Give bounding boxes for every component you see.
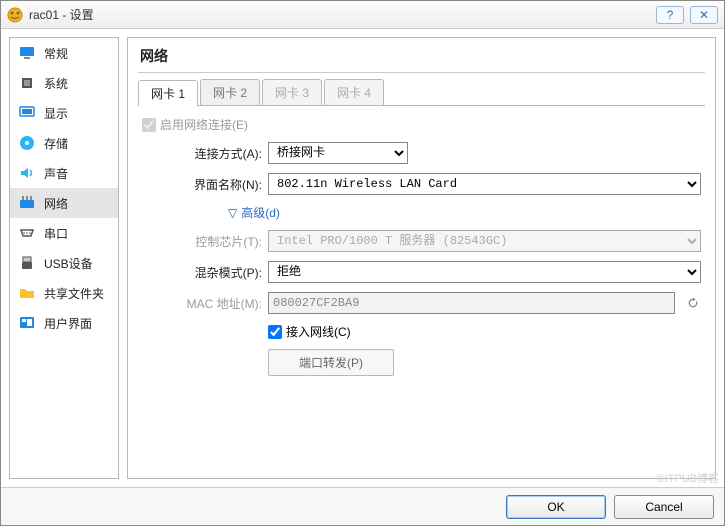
enable-network-checkbox: 启用网络连接(E): [142, 116, 248, 133]
mac-input: [268, 292, 675, 314]
cancel-button[interactable]: Cancel: [614, 495, 714, 519]
tab-adapter-1[interactable]: 网卡 1: [138, 80, 198, 106]
chipset-select: Intel PRO/1000 T 服务器 (82543GC): [268, 230, 701, 252]
disk-icon: [18, 134, 36, 152]
chip-icon: [18, 74, 36, 92]
enable-network-label: 启用网络连接(E): [160, 116, 248, 133]
footer: OK Cancel: [1, 487, 724, 525]
sidebar-item-label: 显示: [44, 105, 68, 122]
sidebar-item-label: 常规: [44, 45, 68, 62]
sidebar-item-usb[interactable]: USB设备: [10, 248, 118, 278]
sidebar-item-label: 存储: [44, 135, 68, 152]
close-button[interactable]: ✕: [690, 6, 718, 24]
sidebar-item-storage[interactable]: 存储: [10, 128, 118, 158]
sidebar-item-ui[interactable]: 用户界面: [10, 308, 118, 338]
app-icon: [7, 7, 23, 23]
tab-adapter-4: 网卡 4: [324, 79, 384, 105]
sidebar-item-label: 共享文件夹: [44, 285, 104, 302]
port-forward-button[interactable]: 端口转发(P): [268, 349, 394, 376]
interface-label: 界面名称(N):: [182, 176, 262, 193]
network-icon: [18, 194, 36, 212]
monitor-icon: [18, 44, 36, 62]
cable-checkbox[interactable]: 接入网线(C): [268, 323, 351, 340]
sidebar-item-label: 声音: [44, 165, 68, 182]
sidebar: 常规 系统 显示 存储 声音 网络 串口 USB设备 共享文件夹 用户界面: [9, 37, 119, 479]
attached-select[interactable]: 桥接网卡: [268, 142, 408, 164]
sidebar-item-label: 系统: [44, 75, 68, 92]
window-title: rac01 - 设置: [29, 6, 650, 23]
sidebar-item-network[interactable]: 网络: [10, 188, 118, 218]
sidebar-item-display[interactable]: 显示: [10, 98, 118, 128]
speaker-icon: [18, 164, 36, 182]
sidebar-item-audio[interactable]: 声音: [10, 158, 118, 188]
ok-button[interactable]: OK: [506, 495, 606, 519]
sidebar-item-label: 网络: [44, 195, 68, 212]
main-panel: 网络 网卡 1 网卡 2 网卡 3 网卡 4 启用网络连接(E) 连接方式(A)…: [127, 37, 716, 479]
sidebar-item-serial[interactable]: 串口: [10, 218, 118, 248]
sidebar-item-system[interactable]: 系统: [10, 68, 118, 98]
display-icon: [18, 104, 36, 122]
promiscuous-label: 混杂模式(P):: [182, 264, 262, 281]
serial-icon: [18, 224, 36, 242]
tab-adapter-2[interactable]: 网卡 2: [200, 79, 260, 105]
promiscuous-select[interactable]: 拒绝: [268, 261, 701, 283]
page-title: 网络: [138, 44, 705, 73]
advanced-label: 高级(d): [241, 204, 280, 221]
titlebar: rac01 - 设置 ? ✕: [1, 1, 724, 29]
attached-label: 连接方式(A):: [182, 145, 262, 162]
sidebar-item-label: 用户界面: [44, 315, 92, 332]
folder-icon: [18, 284, 36, 302]
form: 启用网络连接(E) 连接方式(A): 桥接网卡 界面名称(N): 802.11n…: [138, 106, 705, 389]
enable-network-input: [142, 118, 156, 132]
sidebar-item-shared[interactable]: 共享文件夹: [10, 278, 118, 308]
sidebar-item-label: USB设备: [44, 255, 93, 272]
sidebar-item-label: 串口: [44, 225, 68, 242]
mac-label: MAC 地址(M):: [182, 295, 262, 312]
help-button[interactable]: ?: [656, 6, 684, 24]
chipset-label: 控制芯片(T):: [182, 233, 262, 250]
ui-icon: [18, 314, 36, 332]
interface-select[interactable]: 802.11n Wireless LAN Card: [268, 173, 701, 195]
cable-input[interactable]: [268, 325, 282, 339]
cable-label: 接入网线(C): [286, 323, 351, 340]
usb-icon: [18, 254, 36, 272]
triangle-down-icon: ▽: [228, 206, 237, 220]
refresh-mac-icon[interactable]: [685, 295, 701, 311]
tab-adapter-3: 网卡 3: [262, 79, 322, 105]
sidebar-item-general[interactable]: 常规: [10, 38, 118, 68]
advanced-toggle[interactable]: ▽ 高级(d): [228, 204, 280, 221]
tabs: 网卡 1 网卡 2 网卡 3 网卡 4: [138, 79, 705, 106]
